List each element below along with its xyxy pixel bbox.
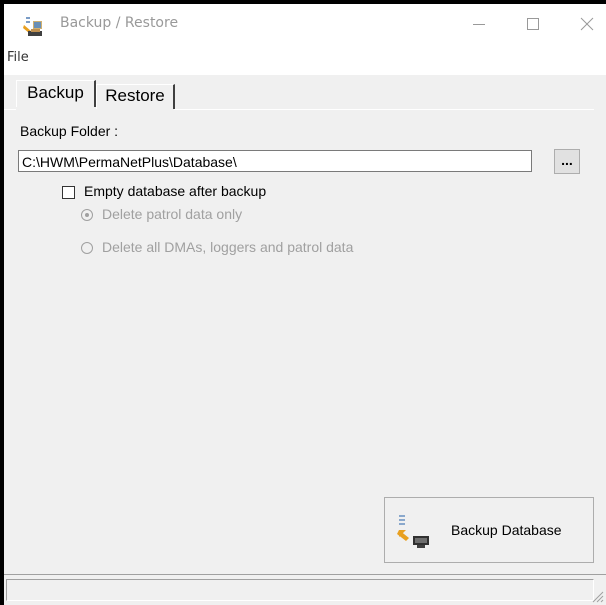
close-icon	[580, 17, 594, 31]
minimize-button[interactable]	[452, 4, 508, 45]
backup-database-label: Backup Database	[451, 522, 562, 538]
close-button[interactable]	[560, 4, 606, 45]
status-divider	[4, 574, 606, 575]
browse-folder-button[interactable]: ...	[554, 149, 580, 174]
status-bar	[6, 579, 594, 601]
maximize-icon	[527, 18, 539, 30]
backup-restore-window: Backup / Restore File Backup Restore Bac…	[4, 4, 606, 605]
minimize-icon	[473, 24, 485, 25]
tab-backup[interactable]: Backup	[16, 80, 96, 107]
backup-folder-label: Backup Folder :	[20, 123, 119, 139]
delete-all-radio	[81, 242, 93, 254]
backup-database-icon	[397, 514, 433, 550]
maximize-button[interactable]	[506, 4, 562, 45]
tab-restore[interactable]: Restore	[96, 84, 175, 109]
tab-strip-line	[4, 109, 16, 110]
menu-file[interactable]: File	[7, 50, 29, 65]
empty-database-checkbox[interactable]	[62, 186, 75, 199]
window-title: Backup / Restore	[60, 15, 179, 31]
tab-strip-line	[174, 109, 594, 110]
dialog-client-area: Backup Restore Backup Folder : ... Empty…	[4, 75, 606, 605]
delete-all-label: Delete all DMAs, loggers and patrol data	[102, 239, 354, 255]
delete-patrol-only-radio	[81, 209, 93, 221]
empty-database-label[interactable]: Empty database after backup	[84, 183, 266, 199]
backup-restore-app-icon	[23, 16, 45, 38]
resize-grip-icon[interactable]	[590, 589, 604, 603]
backup-database-button[interactable]: Backup Database	[384, 497, 594, 563]
backup-folder-input[interactable]	[18, 150, 532, 172]
title-bar[interactable]: Backup / Restore	[4, 4, 606, 45]
menu-bar: File	[4, 45, 606, 70]
delete-patrol-only-label: Delete patrol data only	[102, 206, 243, 222]
